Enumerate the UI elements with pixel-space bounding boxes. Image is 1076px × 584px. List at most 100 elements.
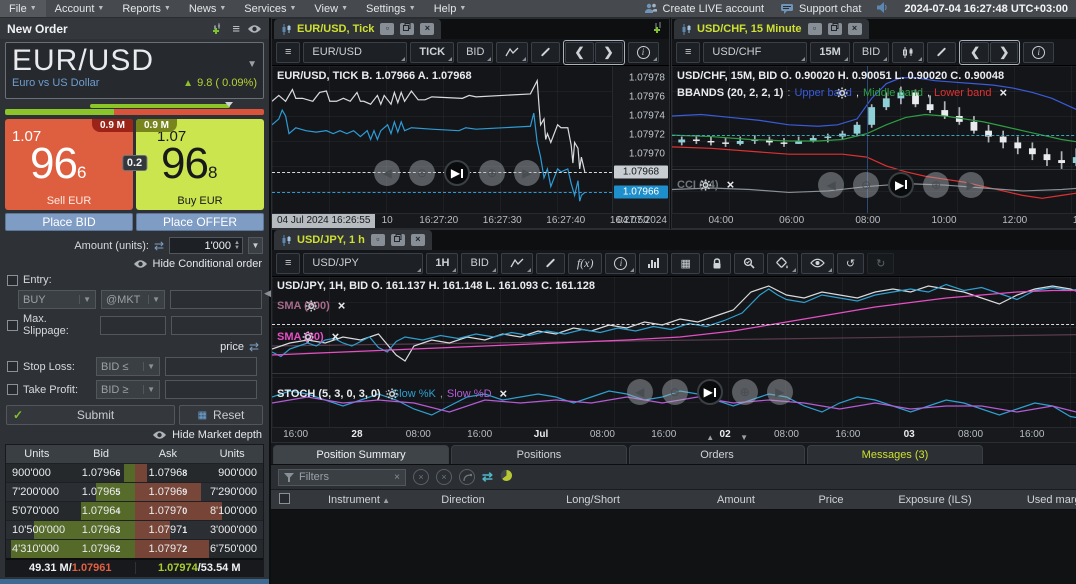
close-button[interactable]: × [411, 234, 425, 246]
scroll-up-icon[interactable]: ▲ [706, 433, 714, 442]
scroll-down-icon[interactable]: ▼ [740, 433, 748, 442]
sound-button[interactable] [877, 2, 888, 16]
volume-button[interactable] [639, 253, 668, 274]
scroll-left-button[interactable]: ❮ [565, 42, 593, 63]
chart-type-dropdown[interactable] [496, 42, 528, 63]
offer-side-dropdown[interactable]: BID [853, 42, 889, 63]
skip-to-end-button[interactable]: ▶ [697, 379, 723, 405]
menu-file[interactable]: File▼ [0, 0, 46, 17]
pan-right-button[interactable]: ▶ [767, 379, 793, 405]
visibility-button[interactable] [801, 253, 834, 274]
depth-row[interactable]: 4'310'0001.079621.079726'750'000 [6, 539, 263, 558]
draw-line-button[interactable] [927, 42, 956, 63]
offer-side-dropdown[interactable]: BID [457, 42, 493, 63]
chart-type-dropdown[interactable] [501, 253, 533, 274]
period-dropdown[interactable]: 15M [810, 42, 849, 63]
pan-left-button[interactable]: ◀ [818, 172, 844, 198]
minimize-button[interactable]: ▫ [371, 234, 385, 246]
stop-loss-checkbox[interactable] [7, 361, 18, 372]
tab-orders[interactable]: Orders [629, 445, 805, 464]
reset-button[interactable]: ▦Reset [179, 405, 263, 425]
eye-icon[interactable] [247, 24, 262, 34]
entry-side-select[interactable]: BUY▼ [18, 290, 96, 309]
entry-checkbox[interactable] [7, 275, 18, 286]
instrument-dropdown[interactable]: USD/JPY [303, 253, 423, 274]
pane-separator[interactable] [672, 169, 1076, 170]
chart-plot-usdjpy[interactable]: USD/JPY, 1H, BID O. 161.137 H. 161.148 L… [272, 277, 1076, 427]
add-chart-icon[interactable] [652, 22, 665, 37]
depth-row[interactable]: 5'070'0001.079641.079708'100'000 [6, 501, 263, 520]
column-header-exposure-ils-[interactable]: Exposure (ILS) [871, 494, 999, 506]
panel-menu-icon[interactable]: ≡ [232, 24, 240, 34]
select-all-checkbox[interactable] [271, 493, 297, 507]
info-button[interactable]: i [1023, 42, 1054, 63]
calendar-button[interactable]: ▦ [671, 253, 699, 274]
menu-reports[interactable]: Reports▼ [113, 0, 179, 17]
chart-plot-usdchf[interactable]: USD/CHF, 15M, BID O. 0.90020 H. 0.90051 … [672, 66, 1076, 213]
menu-settings[interactable]: Settings▼ [357, 0, 425, 17]
place-bid-button[interactable]: Place BID [5, 213, 133, 231]
menu-account[interactable]: Account▼ [46, 0, 114, 17]
menu-news[interactable]: News▼ [180, 0, 235, 17]
info-button[interactable]: i [628, 42, 659, 63]
instrument-dropdown[interactable]: USD/CHF [703, 42, 807, 63]
slippage-input[interactable] [100, 316, 166, 335]
zoom-in-button[interactable]: ⊕ [479, 160, 505, 186]
scroll-right-button[interactable]: ❯ [595, 42, 623, 63]
scroll-left-button[interactable]: ❮ [961, 42, 989, 63]
restore-button[interactable] [391, 234, 405, 246]
theme-button[interactable] [767, 253, 798, 274]
scroll-right-button[interactable]: ❯ [990, 42, 1018, 63]
hide-market-depth-toggle[interactable]: Hide Market depth [7, 429, 262, 441]
draw-line-button[interactable] [536, 253, 565, 274]
amount-dropdown[interactable]: ▼ [248, 237, 263, 254]
column-header-instrument[interactable]: Instrument ▲ [297, 494, 421, 506]
chart-plot-eurusd[interactable]: EUR/USD, TICK B. 1.07966 A. 1.07968◀⊖▶⊕▶ [272, 66, 612, 213]
zoom-out-button[interactable]: ⊖ [409, 160, 435, 186]
swap-columns-icon[interactable]: ⇄ [482, 469, 493, 485]
restore-button[interactable] [828, 23, 842, 35]
window-tab[interactable]: USD/JPY, 1 h ▫ × [274, 230, 432, 250]
time-axis[interactable]: 04 Jul 2024 16:26:551016:27:2016:27:3016… [272, 213, 669, 228]
menu-services[interactable]: Services▼ [235, 0, 305, 17]
undo-button[interactable]: ↺ [837, 253, 864, 274]
stop-loss-condition-select[interactable]: BID ≤▼ [96, 357, 160, 376]
create-live-account-button[interactable]: Create LIVE account [644, 3, 765, 15]
buy-price-tile[interactable]: 0.9 M 1.07 968 Buy EUR [136, 119, 264, 210]
swap-price-icon[interactable]: ⇄ [249, 340, 259, 354]
take-profit-checkbox[interactable] [7, 384, 18, 395]
zoom-button[interactable] [734, 253, 764, 274]
chart-menu-button[interactable]: ≡ [676, 42, 700, 63]
depth-row[interactable]: 10'500'0001.079631.079713'000'000 [6, 520, 263, 539]
offer-side-dropdown[interactable]: BID [461, 253, 497, 274]
pan-right-button[interactable]: ▶ [958, 172, 984, 198]
tab-position-summary[interactable]: Position Summary [273, 445, 449, 464]
sell-price-tile[interactable]: 0.9 M 1.07 966 Sell EUR [5, 119, 133, 210]
minimize-button[interactable]: ▫ [808, 23, 822, 35]
chart-type-dropdown[interactable] [892, 42, 924, 63]
close-all-positions-button[interactable]: × [436, 469, 452, 485]
period-dropdown[interactable]: 1H [426, 253, 458, 274]
skip-to-end-button[interactable]: ▶ [444, 160, 470, 186]
zoom-out-button[interactable]: ⊖ [853, 172, 879, 198]
time-axis[interactable]: 16:002808:0016:00Jul08:0016:000208:0016:… [272, 427, 1076, 442]
price-axis[interactable]: 1.079781.079761.079741.079721.079701.079… [612, 66, 669, 213]
minimize-button[interactable]: ▫ [380, 23, 394, 35]
close-button[interactable]: × [848, 23, 862, 35]
column-header-used-margin[interactable]: Used margin [999, 494, 1076, 506]
positions-table-body[interactable] [271, 510, 1076, 584]
entry-type-select[interactable]: @MKT▼ [101, 290, 165, 309]
close-position-button[interactable]: × [413, 469, 429, 485]
depth-row[interactable]: 7'200'0001.079651.079697'290'000 [6, 482, 263, 501]
horizontal-scrollbar[interactable] [0, 579, 269, 584]
stepper-icon[interactable]: ▲▼ [234, 241, 240, 251]
pan-left-button[interactable]: ◀ [374, 160, 400, 186]
entry-price-input[interactable] [170, 290, 262, 309]
column-header-price[interactable]: Price [791, 494, 871, 506]
add-chart-icon[interactable] [212, 23, 225, 35]
menu-help[interactable]: Help▼ [425, 0, 476, 17]
pane-separator[interactable] [272, 373, 1076, 374]
submit-button[interactable]: ✓Submit [6, 405, 175, 425]
column-header-long-short[interactable]: Long/Short [505, 494, 681, 506]
take-profit-condition-select[interactable]: BID ≥▼ [96, 380, 160, 399]
